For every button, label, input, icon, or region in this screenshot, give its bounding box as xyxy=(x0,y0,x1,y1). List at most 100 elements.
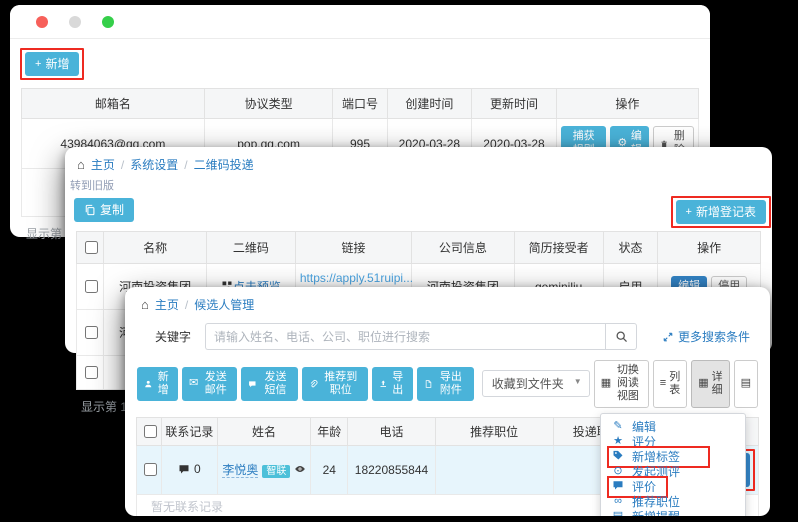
col-select xyxy=(137,417,162,445)
list-icon: ≡ xyxy=(660,378,666,389)
col-phone: 电话 xyxy=(348,417,435,445)
search-button[interactable] xyxy=(605,323,637,350)
list-view-label: 列表 xyxy=(669,371,680,397)
col-updated: 更新时间 xyxy=(472,89,557,119)
send-email-label: 发送邮件 xyxy=(201,371,230,397)
col-qrcode: 二维码 xyxy=(206,232,295,264)
chat-icon xyxy=(248,378,257,390)
cell-name: 李悦奥智联 xyxy=(217,445,310,494)
recommend-to-job-button[interactable]: 推荐到职位 xyxy=(302,367,367,401)
add-registration-form-button[interactable]: + 新增登记表 xyxy=(676,200,766,224)
view-switcher: ▦切换阅读视图 ≡列表 ▦ 详细 ▤ xyxy=(594,360,758,408)
row-checkbox[interactable] xyxy=(144,463,157,476)
col-name: 姓名 xyxy=(217,417,310,445)
email-table-header: 邮箱名 协议类型 端口号 创建时间 更新时间 操作 xyxy=(22,89,699,119)
minimize-button[interactable] xyxy=(69,16,81,28)
add-registration-form-label: 新增登记表 xyxy=(696,205,756,219)
candidate-name-link[interactable]: 李悦奥 xyxy=(222,463,258,478)
col-recommended-job: 推荐职位 xyxy=(435,417,553,445)
legacy-version-link[interactable]: 转到旧版 xyxy=(65,175,772,193)
menu-item-edit[interactable]: ✎ 编辑 xyxy=(601,419,745,434)
select-all-checkbox[interactable] xyxy=(85,241,98,254)
row-checkbox[interactable] xyxy=(85,280,98,293)
grid-icon: ▦ xyxy=(698,378,708,389)
maximize-button[interactable] xyxy=(102,16,114,28)
highlight-box-add-form: + 新增登记表 xyxy=(671,196,771,228)
breadcrumb: ⌂ 主页 / 系统设置 / 二维码投递 xyxy=(65,147,772,175)
close-button[interactable] xyxy=(36,16,48,28)
cell-recommended-job xyxy=(435,445,553,494)
menu-item-add-reminder[interactable]: ▤ 新增提醒 xyxy=(601,509,745,516)
folder-select-value: 收藏到文件夹 xyxy=(492,377,564,391)
export-attachments-button[interactable]: 导出附件 xyxy=(417,367,474,401)
breadcrumb-qr-delivery[interactable]: 二维码投递 xyxy=(194,156,254,173)
send-sms-label: 发送短信 xyxy=(260,371,292,397)
apply-url-link[interactable]: https://apply.51ruipi... xyxy=(300,271,407,285)
send-sms-button[interactable]: 发送短信 xyxy=(241,367,298,401)
cell-select xyxy=(137,445,162,494)
switch-view-label: 切换阅读视图 xyxy=(614,364,642,404)
menu-item-recommend-job[interactable]: ∞ 推荐职位 xyxy=(601,494,745,509)
pencil-icon: ✎ xyxy=(611,421,625,432)
action-dropdown-menu: ✎ 编辑 ★ 评分 新增标签 ⊙ 发起测评 评价 xyxy=(600,413,746,516)
search-bar: 关键字 更多搜索条件 xyxy=(125,315,770,350)
plus-icon: + xyxy=(686,207,692,218)
col-contact-records: 联系记录 xyxy=(161,417,217,445)
export-label: 导出 xyxy=(390,371,406,397)
export-icon xyxy=(379,378,388,390)
breadcrumb-candidates[interactable]: 候选人管理 xyxy=(194,296,254,313)
cell-select xyxy=(77,356,104,390)
copy-label: 复制 xyxy=(100,203,124,217)
window-candidate-management: ⌂ 主页 / 候选人管理 关键字 更多搜索条件 新增 ✉发送邮件 发送短信 推荐… xyxy=(125,287,770,516)
contact-count: 0 xyxy=(194,462,201,476)
col-receiver: 简历接受者 xyxy=(514,232,603,264)
breadcrumb-home[interactable]: 主页 xyxy=(91,156,115,173)
row-checkbox[interactable] xyxy=(85,326,98,339)
cell-select xyxy=(77,264,104,310)
link-icon: ∞ xyxy=(611,496,625,507)
highlight-box-add-email: + 新增 xyxy=(20,48,84,80)
grid-view-button[interactable]: ▤ xyxy=(734,360,758,408)
breadcrumb: ⌂ 主页 / 候选人管理 xyxy=(125,287,770,315)
select-all-checkbox[interactable] xyxy=(144,425,157,438)
add-label: 新增 xyxy=(156,371,172,397)
add-candidate-button[interactable]: 新增 xyxy=(137,367,178,401)
home-icon: ⌂ xyxy=(77,158,85,171)
chat-icon xyxy=(178,463,190,475)
col-mailbox: 邮箱名 xyxy=(22,89,205,119)
detail-view-label: 详细 xyxy=(712,371,723,397)
cell-age: 24 xyxy=(311,445,348,494)
detail-view-button[interactable]: ▦ 详细 xyxy=(691,360,729,408)
switch-reading-view-button[interactable]: ▦切换阅读视图 xyxy=(594,360,649,408)
col-select xyxy=(77,232,104,264)
menu-item-add-tag[interactable]: 新增标签 xyxy=(601,449,745,464)
add-email-button[interactable]: + 新增 xyxy=(25,52,79,76)
more-search-conditions-link[interactable]: 更多搜索条件 xyxy=(662,328,750,345)
keyword-label: 关键字 xyxy=(155,328,191,345)
plus-icon: + xyxy=(35,59,41,70)
col-actions: 操作 xyxy=(556,89,698,119)
breadcrumb-system-settings[interactable]: 系统设置 xyxy=(130,156,178,173)
breadcrumb-home[interactable]: 主页 xyxy=(155,296,179,313)
folder-select[interactable]: 收藏到文件夹 ▼ xyxy=(482,370,590,397)
col-link: 链接 xyxy=(295,232,411,264)
copy-button[interactable]: 复制 xyxy=(74,198,134,222)
toolbar: 新增 ✉发送邮件 发送短信 推荐到职位 导出 导出附件 收藏到文件夹 ▼ ▦切换… xyxy=(125,350,770,408)
list-view-button[interactable]: ≡列表 xyxy=(653,360,687,408)
breadcrumb-separator: / xyxy=(184,158,187,172)
keyword-input[interactable] xyxy=(205,323,605,350)
menu-item-label: 评价 xyxy=(632,478,656,495)
breadcrumb-separator: / xyxy=(121,158,124,172)
desktop: + 新增 邮箱名 协议类型 端口号 创建时间 更新时间 操作 43984063 xyxy=(0,0,798,522)
expand-icon xyxy=(662,331,674,343)
cell-contact-count: 0 xyxy=(161,445,217,494)
paperclip-icon xyxy=(309,378,318,390)
menu-item-label: 新增标签 xyxy=(632,448,680,465)
row-checkbox[interactable] xyxy=(85,366,98,379)
menu-item-evaluate[interactable]: 评价 xyxy=(601,479,745,494)
file-icon xyxy=(424,378,433,390)
col-age: 年龄 xyxy=(311,417,348,445)
send-email-button[interactable]: ✉发送邮件 xyxy=(182,367,237,401)
export-button[interactable]: 导出 xyxy=(372,367,413,401)
eye-icon[interactable] xyxy=(294,463,306,475)
